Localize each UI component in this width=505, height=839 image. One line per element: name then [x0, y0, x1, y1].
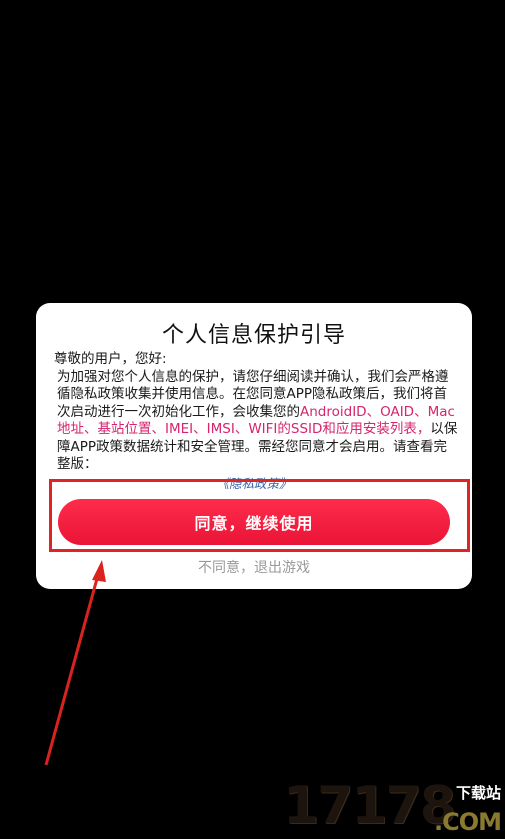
site-watermark: 17178 下载站 .COM	[283, 776, 505, 839]
watermark-label: 下载站	[455, 784, 501, 802]
annotation-arrow-icon	[44, 560, 106, 766]
watermark-domain: .COM	[433, 808, 502, 836]
watermark-digits: 17178	[283, 776, 456, 836]
